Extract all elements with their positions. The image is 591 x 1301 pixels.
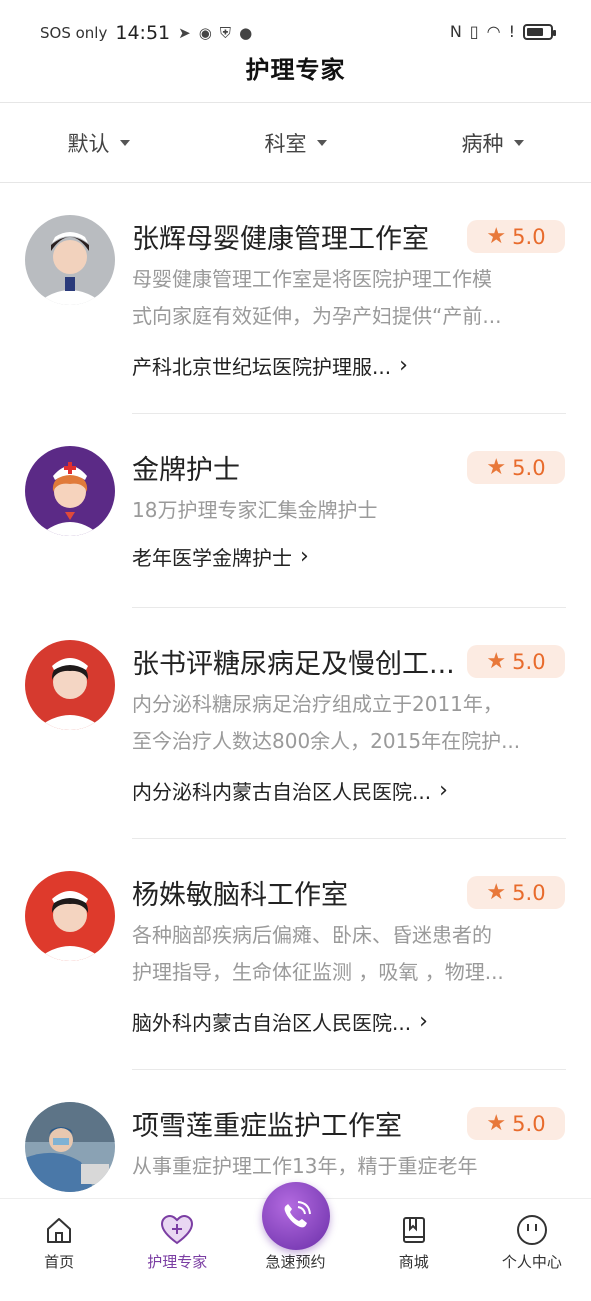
filter-disease-label: 病种 — [461, 132, 504, 156]
department-link[interactable]: 脑外科内蒙古自治区人民医院... › — [132, 1007, 428, 1036]
carrier-label: SOS only — [40, 24, 108, 42]
rating-value: 5.0 — [512, 649, 546, 674]
phone-icon — [284, 1201, 311, 1228]
chevron-right-icon: › — [419, 1009, 428, 1034]
description-line: 各种脑部疾病后偏瘫、卧床、昏迷患者的 — [132, 923, 492, 947]
expert-name: 项雪莲重症监护工作室 — [132, 1111, 402, 1142]
book-icon — [397, 1213, 431, 1247]
description-line: 从事重症护理工作13年，精于重症老年 — [132, 1154, 478, 1178]
department-link[interactable]: 内分泌科内蒙古自治区人民医院... › — [132, 776, 448, 805]
rating-value: 5.0 — [512, 224, 546, 249]
rating-badge: ★ 5.0 — [467, 645, 565, 678]
tab-profile[interactable]: 个人中心 — [473, 1199, 591, 1280]
heart-plus-icon — [160, 1213, 194, 1247]
star-icon: ★ — [486, 880, 507, 905]
alert-icon: ! — [508, 22, 515, 41]
caret-down-icon — [513, 140, 524, 146]
star-icon: ★ — [486, 455, 507, 480]
status-right: N ▯ ◠ ! — [449, 22, 556, 41]
department-link[interactable]: 老年医学金牌护士 › — [132, 542, 309, 571]
star-icon: ★ — [486, 1111, 507, 1136]
face-icon — [515, 1213, 549, 1247]
description-line: 式向家庭有效延伸，为孕产妇提供“产前... — [132, 304, 502, 328]
department-label: 产科北京世纪坛医院护理服... — [132, 355, 392, 379]
description-line: 18万护理专家汇集金牌护士 — [132, 498, 378, 522]
rating-badge: ★ 5.0 — [467, 876, 565, 909]
expert-name: 张辉母婴健康管理工作室 — [132, 224, 429, 255]
rating-badge: ★ 5.0 — [467, 1107, 565, 1140]
avatar — [25, 640, 115, 730]
chevron-right-icon: › — [399, 353, 408, 378]
caret-down-icon — [316, 140, 327, 146]
rating-value: 5.0 — [512, 455, 546, 480]
filter-disease[interactable]: 病种 — [394, 103, 591, 183]
tab-shop-label: 商城 — [398, 1253, 429, 1271]
expert-description: 内分泌科糖尿病足治疗组成立于2011年， 至今治疗人数达800余人，2015年在… — [132, 686, 552, 760]
chevron-right-icon: › — [439, 778, 448, 803]
tab-shop[interactable]: 商城 — [355, 1199, 473, 1280]
department-link[interactable]: 产科北京世纪坛医院护理服... › — [132, 351, 408, 380]
vibrate-icon: ▯ — [469, 22, 479, 41]
avatar — [25, 215, 115, 305]
game-icon: ◉ — [198, 24, 212, 42]
expert-description: 母婴健康管理工作室是将医院护理工作模 式向家庭有效延伸，为孕产妇提供“产前... — [132, 261, 552, 335]
tab-home[interactable]: 首页 — [0, 1199, 118, 1280]
wifi-icon: ◠ — [486, 22, 501, 41]
rating-value: 5.0 — [512, 1111, 546, 1136]
description-line: 母婴健康管理工作室是将医院护理工作模 — [132, 267, 492, 291]
status-bar: SOS only 14:51 ➤ ◉ ⛨ ● N ▯ ◠ ! — [0, 0, 591, 52]
filter-default[interactable]: 默认 — [0, 103, 197, 183]
expert-card[interactable]: 杨姝敏脑科工作室 ★ 5.0 各种脑部疾病后偏瘫、卧床、昏迷患者的 护理指导，生… — [0, 839, 591, 1070]
shield-icon: ⛨ — [219, 24, 232, 42]
tab-nursing-experts-label: 护理专家 — [147, 1253, 208, 1271]
department-label: 内分泌科内蒙古自治区人民医院... — [132, 780, 432, 804]
app-icon: ● — [239, 24, 253, 42]
tab-profile-label: 个人中心 — [501, 1253, 562, 1271]
avatar — [25, 871, 115, 961]
avatar — [25, 1102, 115, 1192]
filter-default-label: 默认 — [67, 132, 110, 156]
expert-card[interactable]: 张书评糖尿病足及慢创工... ★ 5.0 内分泌科糖尿病足治疗组成立于2011年… — [0, 608, 591, 839]
description-line: 护理指导，生命体征监测 ，吸氧 ，物理... — [132, 960, 504, 984]
telegram-icon: ➤ — [178, 24, 191, 42]
rating-badge: ★ 5.0 — [467, 220, 565, 253]
department-label: 老年医学金牌护士 — [132, 546, 292, 570]
expert-card[interactable]: 金牌护士 ★ 5.0 18万护理专家汇集金牌护士 老年医学金牌护士 › — [0, 414, 591, 608]
tab-home-label: 首页 — [44, 1253, 75, 1271]
home-icon — [42, 1213, 76, 1247]
expert-description: 各种脑部疾病后偏瘫、卧床、昏迷患者的 护理指导，生命体征监测 ，吸氧 ，物理..… — [132, 917, 552, 991]
expert-name: 杨姝敏脑科工作室 — [132, 880, 348, 911]
page-title: 护理专家 — [245, 56, 346, 84]
rating-badge: ★ 5.0 — [467, 451, 565, 484]
nfc-icon: N — [449, 22, 462, 41]
expert-description: 18万护理专家汇集金牌护士 — [132, 492, 552, 529]
expert-list: 张辉母婴健康管理工作室 ★ 5.0 母婴健康管理工作室是将医院护理工作模 式向家… — [0, 183, 591, 1301]
filter-department-label: 科室 — [264, 132, 307, 156]
status-left: SOS only 14:51 ➤ ◉ ⛨ ● — [40, 22, 252, 44]
star-icon: ★ — [486, 649, 507, 674]
caret-down-icon — [119, 140, 130, 146]
description-line: 内分泌科糖尿病足治疗组成立于2011年， — [132, 692, 503, 716]
avatar — [25, 446, 115, 536]
clock: 14:51 — [115, 22, 171, 44]
chevron-right-icon: › — [300, 544, 309, 569]
quick-booking-button[interactable] — [262, 1182, 330, 1250]
expert-card[interactable]: 张辉母婴健康管理工作室 ★ 5.0 母婴健康管理工作室是将医院护理工作模 式向家… — [0, 183, 591, 414]
battery-icon — [523, 23, 556, 40]
tab-quick-booking-label: 急速预约 — [265, 1253, 326, 1271]
star-icon: ★ — [486, 224, 507, 249]
filter-department[interactable]: 科室 — [197, 103, 394, 183]
tab-nursing-experts[interactable]: 护理专家 — [118, 1199, 236, 1280]
department-label: 脑外科内蒙古自治区人民医院... — [132, 1011, 412, 1035]
expert-name: 金牌护士 — [132, 455, 240, 486]
expert-description: 从事重症护理工作13年，精于重症老年 — [132, 1148, 552, 1185]
rating-value: 5.0 — [512, 880, 546, 905]
filter-bar: 默认 科室 病种 — [0, 103, 591, 183]
description-line: 至今治疗人数达800余人，2015年在院护... — [132, 729, 521, 753]
expert-name: 张书评糖尿病足及慢创工... — [132, 649, 455, 680]
